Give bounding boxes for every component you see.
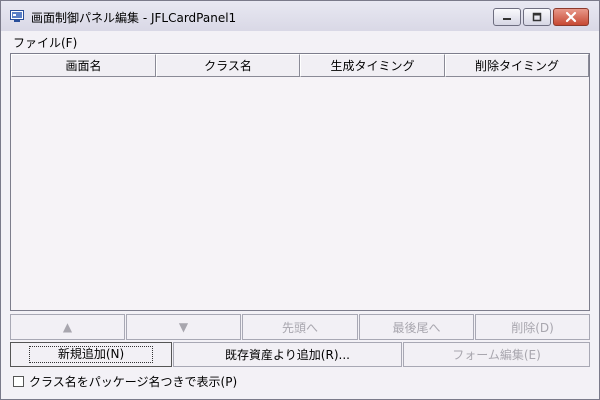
move-up-button[interactable]: ▲: [10, 314, 125, 340]
close-icon: [565, 11, 577, 23]
table-header: 画面名 クラス名 生成タイミング 削除タイミング: [11, 54, 589, 77]
close-button[interactable]: [553, 8, 589, 26]
show-package-label: クラス名をパッケージ名つきで表示(P): [29, 375, 238, 389]
move-down-button[interactable]: ▼: [126, 314, 241, 340]
column-header-create-timing[interactable]: 生成タイミング: [300, 54, 445, 77]
maximize-icon: [532, 12, 542, 22]
minimize-button[interactable]: [493, 8, 521, 26]
delete-button[interactable]: 削除(D): [475, 314, 590, 340]
column-header-delete-timing[interactable]: 削除タイミング: [445, 54, 589, 77]
window-title: 画面制御パネル編集 - JFLCardPanel1: [31, 11, 237, 25]
title-bar[interactable]: 画面制御パネル編集 - JFLCardPanel1: [1, 1, 599, 31]
screen-table[interactable]: 画面名 クラス名 生成タイミング 削除タイミング: [10, 53, 590, 311]
move-to-first-button[interactable]: 先頭へ: [242, 314, 358, 340]
dialog-window: 画面制御パネル編集 - JFLCardPanel1 ファイル(F) 画面名 クラ…: [0, 0, 600, 400]
add-from-existing-button[interactable]: 既存資産より追加(R)...: [173, 342, 402, 367]
column-header-screen-name[interactable]: 画面名: [11, 54, 156, 77]
arrow-up-icon: ▲: [62, 320, 73, 334]
show-package-option[interactable]: クラス名をパッケージ名つきで表示(P): [13, 373, 237, 390]
edit-form-button[interactable]: フォーム編集(E): [403, 342, 590, 367]
maximize-button[interactable]: [523, 8, 551, 26]
column-header-class-name[interactable]: クラス名: [156, 54, 300, 77]
add-new-button[interactable]: 新規追加(N): [10, 342, 172, 367]
menu-bar: ファイル(F): [1, 31, 599, 52]
menu-file[interactable]: ファイル(F): [13, 34, 77, 51]
add-new-label: 新規追加(N): [28, 346, 154, 363]
show-package-checkbox[interactable]: [13, 376, 24, 387]
minimize-icon: [503, 18, 511, 20]
move-to-last-button[interactable]: 最後尾へ: [359, 314, 474, 340]
arrow-down-icon: ▼: [178, 320, 189, 334]
app-icon: [10, 10, 24, 23]
